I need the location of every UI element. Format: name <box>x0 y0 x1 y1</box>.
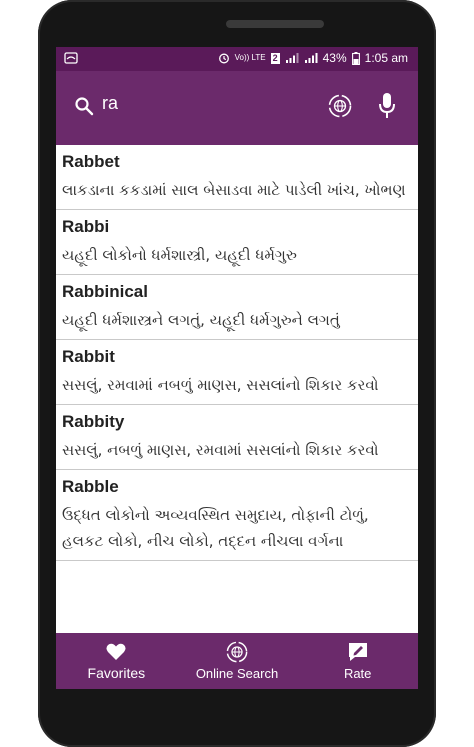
battery-icon <box>351 51 360 65</box>
entry-word: Rabbi <box>62 217 110 236</box>
list-item[interactable]: Rabbinical યહૂદી ધર્મશાસ્ત્રને લગતું, યહ… <box>56 275 418 340</box>
entry-word: Rabbit <box>62 347 115 366</box>
entry-meaning: સસલું, નબળું માણસ, રમવામાં સસલાંનો શિકાર… <box>62 441 379 459</box>
list-item[interactable]: Rabbi યહૂદી લોકોનો ધર્મશાસ્ત્રી, યહૂદી ધ… <box>56 210 418 275</box>
list-item[interactable]: Rabbit સસલું, રમવામાં નબળું માણસ, સસલાંન… <box>56 340 418 405</box>
sim-badge: 2 <box>270 52 280 64</box>
search-toolbar: ra <box>56 71 418 145</box>
online-search-tab[interactable]: Online Search <box>177 633 298 689</box>
rate-tab[interactable]: Rate <box>297 633 418 689</box>
favorites-tab[interactable]: Favorites <box>56 633 177 689</box>
results-list[interactable]: Rabbet લાકડાના કકડામાં સાલ બેસાડવા માટે … <box>56 145 418 633</box>
status-bar: Vo)) LTE 2 43% 1:05 am <box>56 47 418 71</box>
globe-icon <box>226 641 248 663</box>
entry-word: Rabble <box>62 477 119 496</box>
heart-icon <box>106 643 126 660</box>
volte-indicator: Vo)) LTE <box>234 53 266 62</box>
signal-icon-2 <box>304 53 318 63</box>
list-item[interactable]: Rabbity સસલું, નબળું માણસ, રમવામાં સસલાં… <box>56 405 418 470</box>
app-screen: Vo)) LTE 2 43% 1:05 am ra Rabbet લાકડાના… <box>56 47 418 689</box>
entry-word: Rabbet <box>62 152 120 171</box>
entry-meaning: યહૂદી લોકોનો ધર્મશાસ્ત્રી, યહૂદી ધર્મગુર… <box>62 246 297 264</box>
online-search-label: Online Search <box>195 666 279 681</box>
search-icon[interactable] <box>74 96 94 116</box>
status-right-cluster: Vo)) LTE 2 43% 1:05 am <box>218 51 408 65</box>
entry-word: Rabbity <box>62 412 125 431</box>
alarm-icon <box>218 53 229 64</box>
entry-meaning: લાકડાના કકડામાં સાલ બેસાડવા માટે પાડેલી … <box>62 181 406 199</box>
earpiece-speaker <box>226 20 324 28</box>
microphone-icon[interactable] <box>378 92 396 120</box>
entry-word: Rabbinical <box>62 282 148 301</box>
search-input[interactable]: ra <box>102 93 118 114</box>
notification-icon <box>64 52 78 64</box>
bottom-navigation: Favorites Online Search Rate <box>56 633 418 689</box>
list-item[interactable]: Rabbet લાકડાના કકડામાં સાલ બેસાડવા માટે … <box>56 145 418 210</box>
entry-meaning: યહૂદી ધર્મશાસ્ત્રને લગતું, યહૂદી ધર્મગુર… <box>62 311 340 329</box>
rate-icon <box>348 643 367 661</box>
signal-icon <box>285 53 299 63</box>
favorites-label: Favorites <box>87 665 146 681</box>
entry-meaning: સસલું, રમવામાં નબળું માણસ, સસલાંનો શિકાર… <box>62 376 379 394</box>
list-item[interactable]: Rabble ઉદ્ધત લોકોનો અવ્યવસ્થિત સમુદાય, ત… <box>56 470 418 561</box>
rate-label: Rate <box>343 666 372 681</box>
online-search-icon[interactable] <box>328 94 352 118</box>
battery-percent: 43% <box>322 51 347 65</box>
entry-meaning: ઉદ્ધત લોકોનો અવ્યવસ્થિત સમુદાય, તોફાની ટ… <box>62 506 369 550</box>
clock: 1:05 am <box>364 51 408 65</box>
